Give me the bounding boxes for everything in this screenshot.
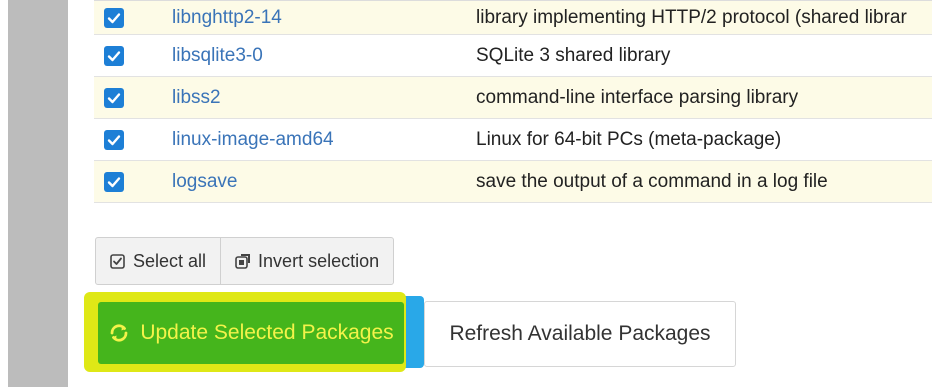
checkmark-icon <box>107 134 121 145</box>
table-row: libnghttp2-14 library implementing HTTP/… <box>94 1 932 35</box>
table-row: libsqlite3-0 SQLite 3 shared library <box>94 35 932 77</box>
table-row: logsave save the output of a command in … <box>94 161 932 203</box>
invert-selection-button[interactable]: Invert selection <box>220 238 393 284</box>
invert-selection-label: Invert selection <box>258 250 380 271</box>
refresh-available-packages-button[interactable]: Refresh Available Packages <box>424 301 736 367</box>
package-checkbox[interactable] <box>104 45 124 66</box>
checkmark-icon <box>107 176 121 187</box>
select-all-label: Select all <box>133 250 207 271</box>
table-row: linux-image-amd64 Linux for 64-bit PCs (… <box>94 119 932 161</box>
package-checkbox[interactable] <box>104 129 124 150</box>
package-name-link[interactable]: logsave <box>172 171 238 193</box>
package-name-link[interactable]: linux-image-amd64 <box>172 129 334 151</box>
selection-button-group: Select all Invert selection <box>95 237 395 285</box>
package-updates-page: libnghttp2-14 library implementing HTTP/… <box>0 0 932 387</box>
package-name-link[interactable]: libsqlite3-0 <box>172 45 263 67</box>
left-sidebar-strip <box>8 0 68 387</box>
select-all-button[interactable]: Select all <box>96 238 220 284</box>
package-name-link[interactable]: libnghttp2-14 <box>172 7 282 29</box>
checkmark-icon <box>107 92 121 103</box>
package-table: libnghttp2-14 library implementing HTTP/… <box>94 0 932 203</box>
package-checkbox[interactable] <box>104 7 124 28</box>
package-description: save the output of a command in a log fi… <box>476 170 828 192</box>
update-selected-packages-button[interactable]: Update Selected Packages <box>98 302 404 364</box>
refresh-available-packages-label: Refresh Available Packages <box>449 322 711 345</box>
package-description: Linux for 64-bit PCs (meta-package) <box>476 128 782 150</box>
package-description: command-line interface parsing library <box>476 86 799 108</box>
checkmark-icon <box>107 12 121 23</box>
invert-selection-icon <box>235 253 251 269</box>
package-name-link[interactable]: libss2 <box>172 87 221 109</box>
package-checkbox[interactable] <box>104 171 124 192</box>
package-description: library implementing HTTP/2 protocol (sh… <box>476 6 907 28</box>
table-row: libss2 command-line interface parsing li… <box>94 77 932 119</box>
check-square-icon <box>110 253 125 269</box>
package-checkbox[interactable] <box>104 87 124 108</box>
update-selected-packages-label: Update Selected Packages <box>140 321 394 344</box>
checkmark-icon <box>107 50 121 61</box>
package-description: SQLite 3 shared library <box>476 44 671 66</box>
refresh-arrows-icon <box>108 322 130 344</box>
